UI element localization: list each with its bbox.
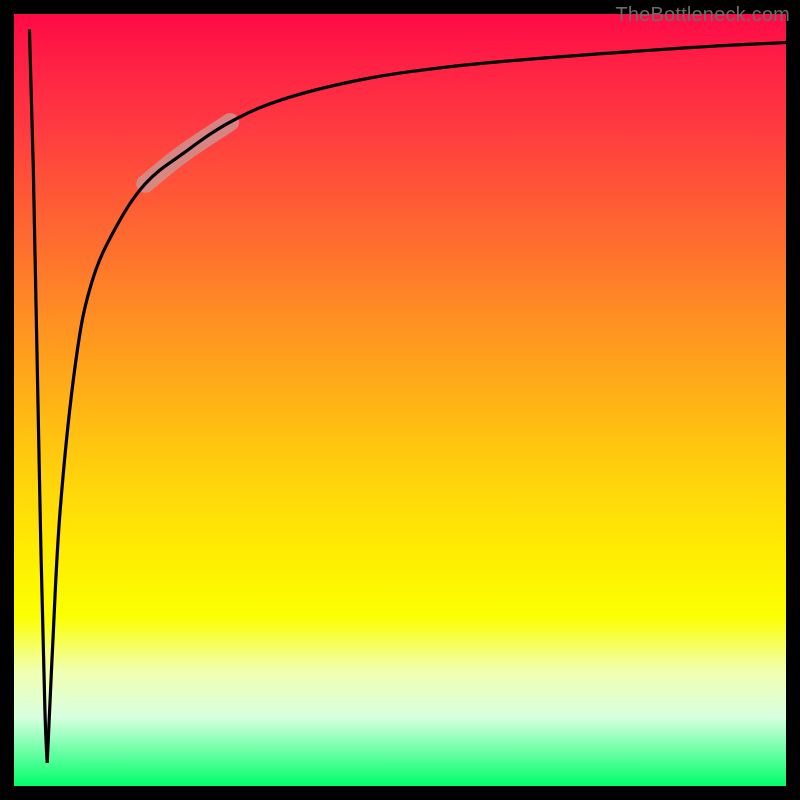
watermark-label: TheBottleneck.com (615, 4, 790, 27)
chart-plot-area (14, 14, 786, 786)
chart-stage: TheBottleneck.com (0, 0, 800, 800)
